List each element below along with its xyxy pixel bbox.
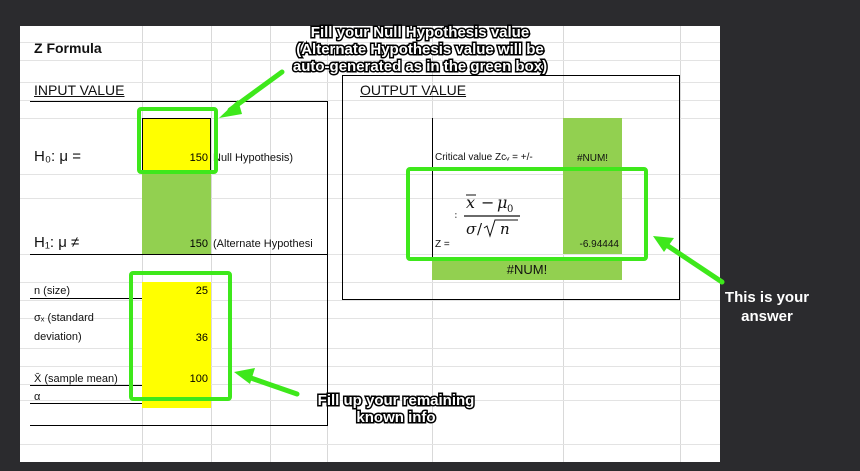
remaining-info-callout: Fill up your remaining known info	[316, 391, 476, 428]
null-hypothesis-callout: Fill your Null Hypothesis value (Alterna…	[291, 23, 548, 77]
answer-callout: This is your answer	[724, 289, 810, 325]
arrow-to-answer-line	[662, 241, 725, 285]
arrow-to-h0-head	[219, 100, 242, 118]
arrow-to-inputs-line	[245, 374, 300, 397]
arrow-to-inputs-head	[234, 368, 255, 384]
